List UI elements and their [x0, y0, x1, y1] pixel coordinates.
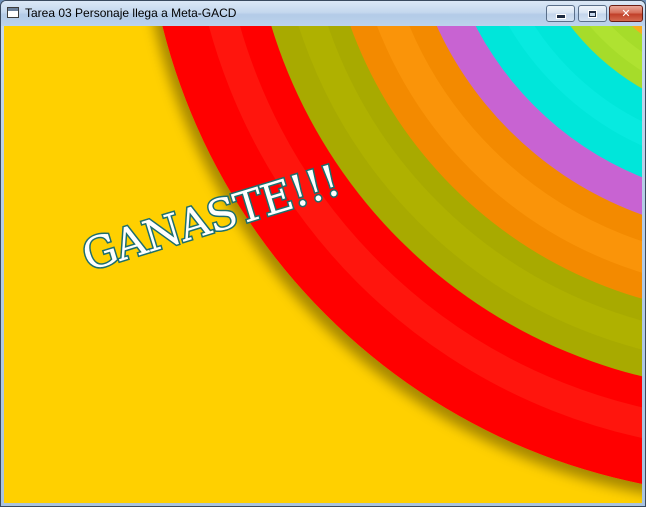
title-bar[interactable]: Tarea 03 Personaje llega a Meta-GACD ✕: [1, 1, 645, 26]
app-window-icon[interactable]: [7, 7, 19, 18]
close-button[interactable]: ✕: [609, 5, 643, 22]
window-title: Tarea 03 Personaje llega a Meta-GACD: [25, 6, 237, 20]
game-canvas[interactable]: GANASTE!!!: [4, 26, 642, 503]
maximize-icon: [588, 9, 597, 18]
minimize-icon: [555, 14, 566, 19]
close-icon: ✕: [621, 7, 631, 20]
minimize-button[interactable]: [546, 5, 575, 22]
maximize-button[interactable]: [578, 5, 607, 22]
app-window: Tarea 03 Personaje llega a Meta-GACD ✕ G…: [0, 0, 646, 507]
rainbow-background: GANASTE!!!: [4, 26, 642, 503]
